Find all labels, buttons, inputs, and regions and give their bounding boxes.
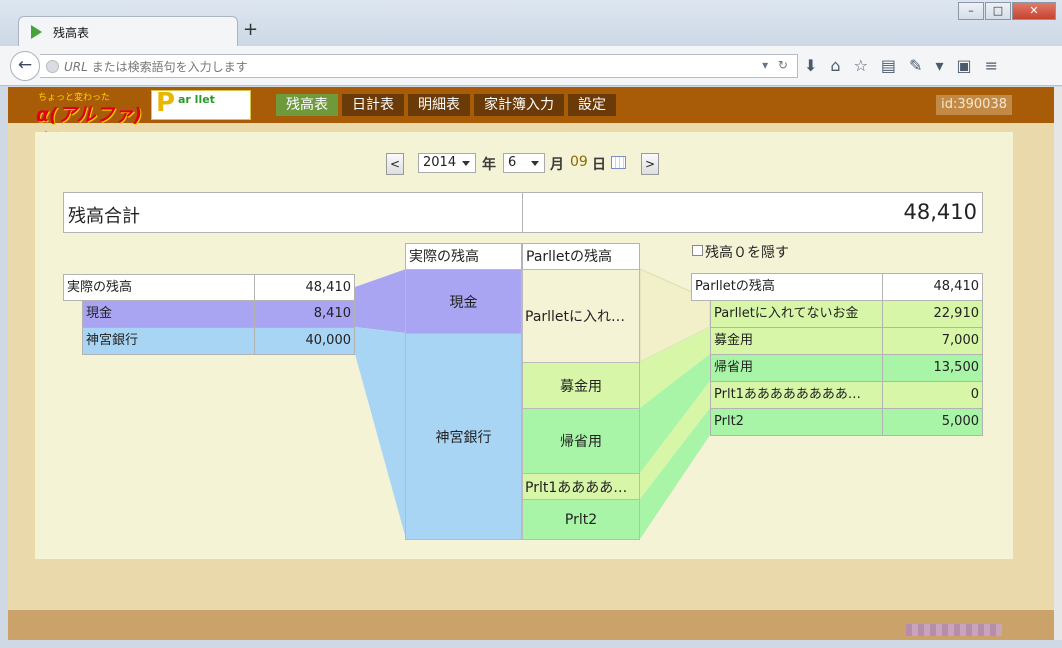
parllet-row-label[interactable]: Parlletに入れてないお金	[710, 300, 883, 328]
parllet-row-value: 7,000	[882, 327, 983, 355]
parllet-header-label: Parlletの残高	[691, 273, 883, 301]
scrollbar[interactable]	[1054, 87, 1062, 640]
actual-header-label: 実際の残高	[63, 274, 255, 301]
back-button[interactable]: ←	[10, 51, 40, 81]
actual-row-value: 8,410	[254, 300, 355, 328]
addon-icon[interactable]: ✎	[909, 56, 922, 75]
browser-navbar: URL または検索語句を入力します ▾ ↻ ← ⬇ ⌂ ☆ ▤ ✎ ▾ ▣ ≡	[0, 46, 1062, 86]
bokin-block[interactable]: 募金用	[522, 362, 640, 409]
parllet-row-value: 0	[882, 381, 983, 409]
download-icon[interactable]: ⬇	[804, 56, 817, 75]
cash-block[interactable]: 現金	[405, 269, 522, 334]
globe-icon	[46, 60, 59, 73]
url-placeholder-text: または検索語句を入力します	[87, 60, 248, 74]
prlt2-block[interactable]: Prlt2	[522, 499, 640, 540]
minimize-button[interactable]: –	[958, 2, 984, 20]
maximize-button[interactable]: □	[985, 2, 1011, 20]
tab-title: 残高表	[53, 26, 90, 40]
home-icon[interactable]: ⌂	[830, 56, 840, 75]
redacted-footer-text	[906, 624, 1002, 636]
url-bar[interactable]: URL または検索語句を入力します ▾ ↻	[40, 54, 798, 78]
parllet-row-label[interactable]: 帰省用	[710, 354, 883, 382]
actual-header-value: 48,410	[254, 274, 355, 301]
parllet-row-value: 13,500	[882, 354, 983, 382]
hide-zero-label: 残高０を隠す	[705, 245, 789, 261]
window-controls: – □ ✕	[958, 2, 1056, 20]
bank-flow	[355, 327, 406, 539]
hide-zero-checkbox[interactable]	[692, 245, 703, 256]
cash-flow	[355, 269, 406, 333]
parllet-row-label[interactable]: Prlt1ああああああああ…	[710, 381, 883, 409]
reading-list-icon[interactable]: ▤	[881, 56, 896, 75]
parllet-header-value: 48,410	[882, 273, 983, 301]
parllet-row-value: 5,000	[882, 408, 983, 436]
play-icon	[31, 25, 42, 39]
page-footer	[8, 610, 1054, 640]
toolbar-icons: ⬇ ⌂ ☆ ▤ ✎ ▾ ▣ ≡	[804, 56, 998, 75]
parllet-row-label[interactable]: Prlt2	[710, 408, 883, 436]
reload-icon[interactable]: ▾ ↻	[762, 58, 791, 72]
actual-row-label[interactable]: 現金	[82, 300, 255, 328]
prlt1-block[interactable]: Prlt1ああああ…	[522, 473, 640, 500]
dropdown-icon[interactable]: ▾	[935, 56, 943, 75]
menu-icon[interactable]: ≡	[985, 56, 998, 75]
actual-row-value: 40,000	[254, 327, 355, 355]
center-header-parllet: Parlletの残高	[522, 243, 640, 270]
url-placeholder-prefix: URL	[64, 60, 88, 74]
parllet-row-label[interactable]: 募金用	[710, 327, 883, 355]
close-button[interactable]: ✕	[1012, 2, 1056, 20]
url-placeholder: URL または検索語句を入力します	[64, 58, 248, 75]
kisei-block[interactable]: 帰省用	[522, 408, 640, 474]
browser-titlebar: 残高表 + – □ ✕	[0, 0, 1062, 46]
bookmark-star-icon[interactable]: ☆	[854, 56, 868, 75]
actual-row-label[interactable]: 神宮銀行	[82, 327, 255, 355]
browser-tab[interactable]: 残高表	[18, 16, 238, 46]
new-tab-button[interactable]: +	[243, 19, 258, 40]
parllet-row-value: 22,910	[882, 300, 983, 328]
screenshot-icon[interactable]: ▣	[956, 56, 971, 75]
web-page: ちょっと変わった α(アルファ)版 P ar llet 残高表 日計表 明細表 …	[8, 87, 1054, 640]
bank-block[interactable]: 神宮銀行	[405, 333, 522, 540]
unassigned-block[interactable]: Parlletに入れ…	[522, 269, 640, 363]
center-header-actual: 実際の残高	[405, 243, 522, 270]
